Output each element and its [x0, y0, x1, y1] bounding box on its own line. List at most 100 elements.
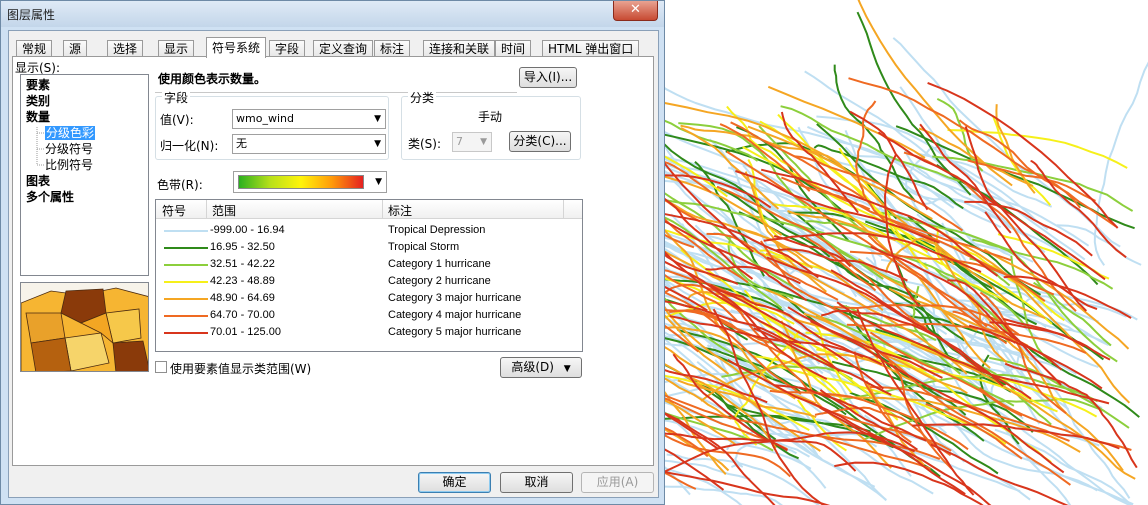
- chevron-down-icon: ▼: [480, 137, 487, 147]
- header-label[interactable]: 标注: [388, 202, 412, 219]
- heading-divider: [155, 92, 517, 93]
- tab-time[interactable]: 时间: [495, 40, 532, 57]
- import-button[interactable]: 导入(I)...: [519, 67, 577, 88]
- class-range[interactable]: -999.00 - 16.94: [210, 224, 285, 236]
- class-row[interactable]: 16.95 - 32.50 Tropical Storm: [156, 239, 582, 256]
- class-row[interactable]: 64.70 - 70.00 Category 4 major hurricane: [156, 307, 582, 324]
- value-field-selected: wmo_wind: [236, 112, 294, 125]
- class-label[interactable]: Category 3 major hurricane: [388, 292, 521, 304]
- advanced-button-label: 高级(D): [511, 360, 554, 374]
- tab-definition-query[interactable]: 定义查询: [313, 40, 374, 57]
- class-symbol-swatch[interactable]: [164, 332, 208, 334]
- classification-method: 手动: [478, 110, 503, 124]
- tree-multiple-attributes[interactable]: 多个属性: [26, 190, 74, 204]
- class-row[interactable]: 48.90 - 64.69 Category 3 major hurricane: [156, 290, 582, 307]
- class-label[interactable]: Category 5 major hurricane: [388, 326, 521, 338]
- class-range[interactable]: 16.95 - 32.50: [210, 241, 275, 253]
- classify-button[interactable]: 分类(C)...: [509, 131, 571, 152]
- tab-display[interactable]: 显示: [158, 40, 195, 57]
- class-symbol-swatch[interactable]: [164, 298, 208, 300]
- normalization-dropdown[interactable]: 无 ▼: [232, 134, 386, 154]
- classes-selected: 7: [456, 135, 463, 148]
- class-label[interactable]: Category 2 hurricane: [388, 275, 491, 287]
- tree-graduated-symbols[interactable]: 分级符号: [45, 142, 93, 156]
- class-label[interactable]: Category 4 major hurricane: [388, 309, 521, 321]
- color-ramp-dropdown[interactable]: ▼: [233, 171, 387, 193]
- tree-categories[interactable]: 类别: [26, 94, 50, 108]
- hurricane-track: [998, 309, 1131, 499]
- color-ramp-label: 色带(R):: [157, 178, 203, 192]
- fields-group: 字段 值(V): wmo_wind ▼ 归一化(N): 无 ▼: [155, 89, 389, 160]
- tree-quantities[interactable]: 数量: [26, 110, 50, 124]
- tree-charts[interactable]: 图表: [26, 174, 50, 188]
- class-symbol-swatch[interactable]: [164, 264, 208, 266]
- class-symbol-swatch[interactable]: [164, 247, 208, 249]
- renderer-preview-image: [20, 282, 149, 372]
- class-symbol-swatch[interactable]: [164, 315, 208, 317]
- tree-proportional-symbols[interactable]: 比例符号: [45, 158, 93, 172]
- classes-dropdown[interactable]: 7 ▼: [452, 132, 492, 152]
- tree-features[interactable]: 要素: [26, 78, 50, 92]
- header-symbol[interactable]: 符号: [162, 202, 186, 219]
- header-divider: [563, 200, 564, 218]
- advanced-button[interactable]: 高级(D) ▼: [500, 357, 582, 378]
- class-label[interactable]: Tropical Depression: [388, 224, 485, 236]
- chevron-down-icon: ▼: [563, 364, 571, 374]
- cancel-button[interactable]: 取消: [500, 472, 573, 493]
- renderer-tree: 要素 类别 数量 分级色彩 分级符号 比例符号 图表 多个属性: [20, 74, 149, 276]
- hurricane-track: [995, 104, 1036, 194]
- fields-group-title: 字段: [162, 89, 191, 106]
- class-row[interactable]: 70.01 - 125.00 Category 5 major hurricane: [156, 324, 582, 341]
- classes-label: 类(S):: [408, 137, 442, 151]
- class-label[interactable]: Tropical Storm: [388, 241, 459, 253]
- chevron-down-icon: ▼: [375, 177, 382, 187]
- normalization-label: 归一化(N):: [160, 139, 219, 153]
- class-range[interactable]: 48.90 - 64.69: [210, 292, 275, 304]
- tab-fields[interactable]: 字段: [269, 40, 306, 57]
- class-range[interactable]: 42.23 - 48.89: [210, 275, 275, 287]
- ok-button[interactable]: 确定: [418, 472, 491, 493]
- close-button[interactable]: ✕: [613, 1, 658, 21]
- class-table[interactable]: 符号 范围 标注 -999.00 - 16.94 Tropical Depress…: [155, 199, 583, 352]
- tree-graduated-colors[interactable]: 分级色彩: [45, 126, 96, 140]
- classification-group: 分类 手动 类(S): 7 ▼ 分类(C)...: [401, 89, 581, 160]
- tab-joins-relates[interactable]: 连接和关联: [423, 40, 496, 57]
- class-range[interactable]: 64.70 - 70.00: [210, 309, 275, 321]
- normalization-selected: 无: [236, 137, 247, 150]
- tab-symbology[interactable]: 符号系统: [206, 37, 267, 58]
- class-range[interactable]: 32.51 - 42.22: [210, 258, 275, 270]
- class-symbol-swatch[interactable]: [164, 281, 208, 283]
- class-row[interactable]: 42.23 - 48.89 Category 2 hurricane: [156, 273, 582, 290]
- tab-source[interactable]: 源: [63, 40, 88, 57]
- classification-group-title: 分类: [408, 89, 437, 106]
- value-label: 值(V):: [160, 113, 194, 127]
- chevron-down-icon: ▼: [374, 114, 381, 124]
- tab-html-popup[interactable]: HTML 弹出窗口: [542, 40, 640, 57]
- class-row[interactable]: -999.00 - 16.94 Tropical Depression: [156, 222, 582, 239]
- show-class-ranges-label: 使用要素值显示类范围(W): [170, 362, 312, 376]
- symbology-page: 显示(S): 要素 类别 数量 分级色彩 分级符号 比例符号 图表 多个属性 使…: [12, 56, 654, 466]
- chevron-down-icon: ▼: [374, 139, 381, 149]
- value-field-dropdown[interactable]: wmo_wind ▼: [232, 109, 386, 129]
- tab-labels[interactable]: 标注: [374, 40, 411, 57]
- class-label[interactable]: Category 1 hurricane: [388, 258, 491, 270]
- title-bar: 图层属性 ✕: [1, 1, 664, 27]
- graduated-colors-panel: 使用颜色表示数量。 导入(I)... 字段 值(V): wmo_wind ▼ 归…: [155, 63, 600, 393]
- dialog-client: 常规 源 选择 显示 符号系统 字段 定义查询 标注 连接和关联 时间 HTML…: [8, 30, 659, 498]
- class-range[interactable]: 70.01 - 125.00: [210, 326, 281, 338]
- preview-map-icon: [21, 283, 148, 371]
- hurricane-track: [927, 81, 1119, 229]
- hurricane-track: [857, 0, 1013, 187]
- class-symbol-swatch[interactable]: [164, 230, 208, 232]
- panel-heading: 使用颜色表示数量。: [158, 72, 267, 86]
- tab-strip: 常规 源 选择 显示 符号系统 字段 定义查询 标注 连接和关联 时间 HTML…: [12, 37, 658, 58]
- header-divider: [382, 200, 383, 218]
- show-class-ranges-checkbox[interactable]: [155, 361, 167, 373]
- class-row[interactable]: 32.51 - 42.22 Category 1 hurricane: [156, 256, 582, 273]
- tree-connector-lines: [36, 127, 45, 166]
- hurricane-track: [932, 155, 1134, 212]
- apply-button[interactable]: 应用(A): [581, 472, 654, 493]
- tab-selection[interactable]: 选择: [107, 40, 144, 57]
- header-range[interactable]: 范围: [212, 202, 236, 219]
- tab-general[interactable]: 常规: [16, 40, 53, 57]
